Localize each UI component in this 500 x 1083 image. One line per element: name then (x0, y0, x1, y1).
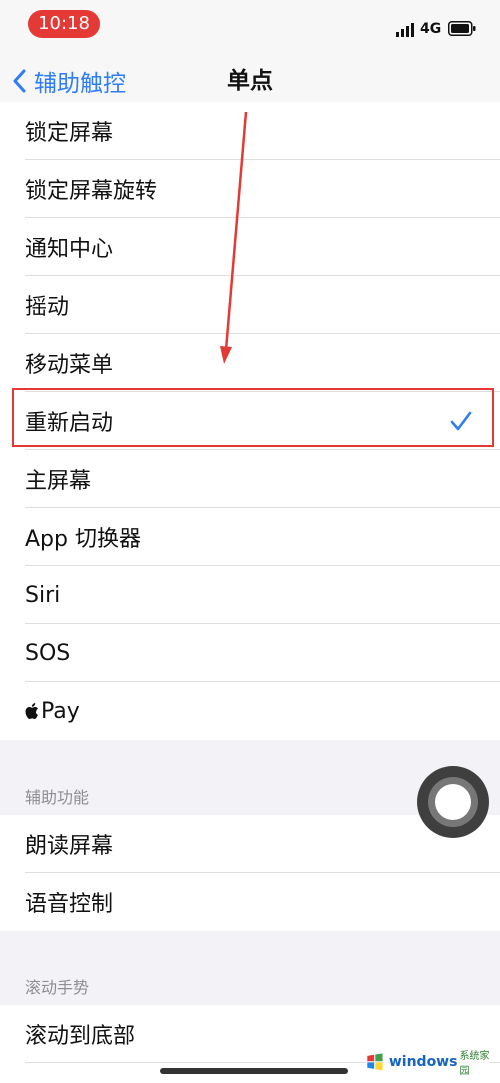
list-item-label: App 切换器 (25, 527, 141, 552)
back-label: 辅助触控 (34, 71, 126, 97)
network-type: 4G (420, 21, 442, 37)
list-item-label: 移动菜单 (25, 353, 114, 378)
list-item-app-switcher[interactable]: App 切换器 (0, 508, 500, 566)
status-time: 10:18 (28, 10, 100, 38)
watermark-tag: 系统家园 (459, 1051, 490, 1077)
status-bar: 10:18 4G (0, 0, 500, 52)
chevron-left-icon (13, 69, 26, 93)
watermark-brand: windows (388, 1054, 458, 1070)
list-item-label: 摇动 (25, 295, 70, 320)
list-item-shake[interactable]: 摇动 (0, 276, 500, 334)
watermark: windows 系统家园 (365, 1045, 490, 1079)
apple-logo-icon (25, 703, 38, 719)
list-item-label: SOS (25, 640, 71, 666)
list-item-lock-screen[interactable]: 锁定屏幕 (0, 102, 500, 160)
list-item-label: 锁定屏幕旋转 (25, 179, 158, 204)
list-item-voice-control[interactable]: 语音控制 (0, 873, 500, 931)
list-item-siri[interactable]: Siri (0, 566, 500, 624)
cellular-signal-icon (396, 23, 414, 37)
section-header-scroll-gestures: 滚动手势 (25, 978, 90, 997)
list-item-home-screen[interactable]: 主屏幕 (0, 450, 500, 508)
list-item-label: 语音控制 (25, 892, 114, 917)
list-item-label: 主屏幕 (25, 469, 92, 494)
list-item-label: 滚动到底部 (25, 1024, 136, 1049)
assistive-touch-button[interactable] (417, 766, 489, 838)
section-header-accessibility: 辅助功能 (25, 788, 90, 807)
windows-logo-icon (367, 1053, 383, 1071)
apple-pay-label-group: Pay (25, 699, 80, 724)
list-item-label: 通知中心 (25, 237, 114, 262)
list-item-notification-center[interactable]: 通知中心 (0, 218, 500, 276)
assistive-touch-core (435, 784, 471, 820)
list-item-move-menu[interactable]: 移动菜单 (0, 334, 500, 392)
list-item-label: Siri (25, 582, 61, 608)
battery-icon (448, 21, 476, 36)
list-item-apple-pay[interactable]: Pay (0, 682, 500, 740)
highlight-box (12, 388, 494, 447)
accessibility-list: 朗读屏幕 语音控制 (0, 815, 500, 931)
list-item-label: 朗读屏幕 (25, 834, 114, 859)
list-item-sos[interactable]: SOS (0, 624, 500, 682)
list-item-lock-rotation[interactable]: 锁定屏幕旋转 (0, 160, 500, 218)
home-indicator (160, 1068, 348, 1074)
list-item-label: 锁定屏幕 (25, 121, 114, 146)
list-item-label: Pay (41, 698, 80, 724)
